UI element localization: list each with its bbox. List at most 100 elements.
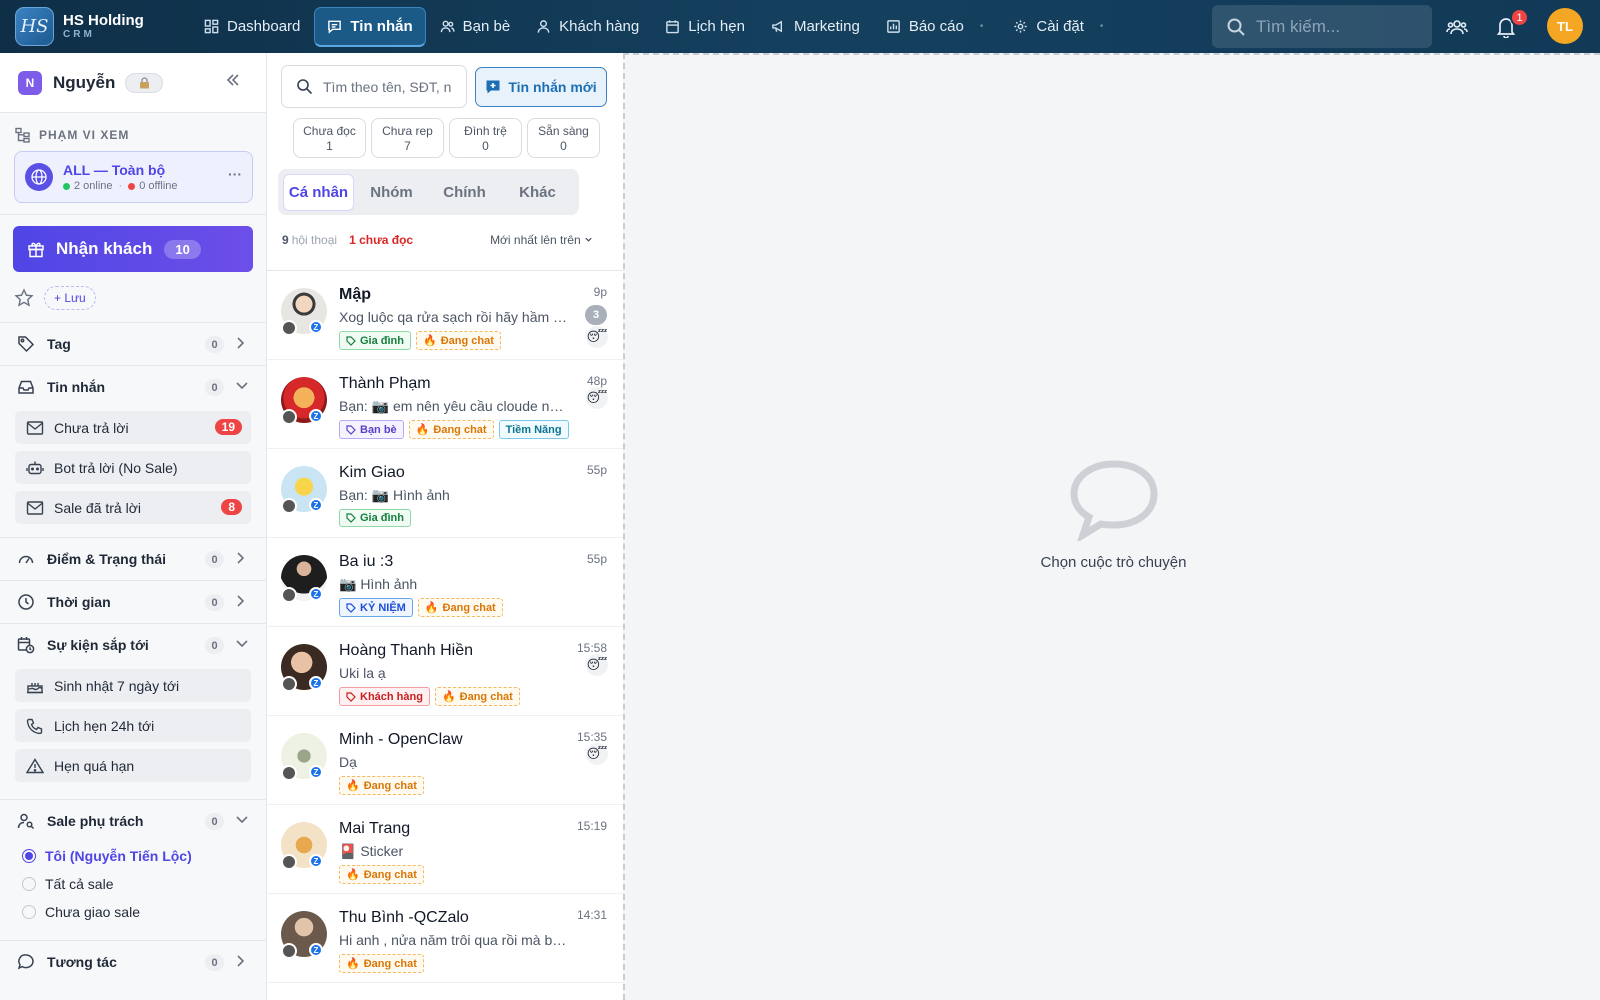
- message-preview: 📷 Hình ảnh: [339, 576, 418, 592]
- saved-filters: + Lưu: [0, 272, 266, 310]
- conversation-search-input[interactable]: [323, 78, 463, 95]
- conversation-tag[interactable]: 🔥 Đang chat: [339, 776, 424, 795]
- conversation-item[interactable]: Z Mai Trang 🎴 Sticker 🔥 Đang chat 15:19: [267, 805, 623, 894]
- zalo-icon: Z: [309, 765, 323, 779]
- filter-appointment-24h[interactable]: Lịch hẹn 24h tới: [15, 709, 251, 742]
- nav-marketing[interactable]: Marketing: [759, 7, 872, 47]
- filter-sale-replied[interactable]: Sale đã trả lời 8: [15, 491, 251, 524]
- global-search[interactable]: [1212, 5, 1432, 48]
- filter-unanswered[interactable]: Chưa trả lời 19: [15, 411, 251, 444]
- stat-unread[interactable]: Chưa đọc 1: [293, 118, 366, 158]
- stat-label: Chưa đọc: [303, 124, 356, 138]
- scope-selector[interactable]: ALL — Toàn bộ 2 online · 0 offline ···: [14, 151, 253, 203]
- tag-label: Gia đình: [360, 334, 404, 347]
- radio-button[interactable]: [22, 877, 36, 891]
- section-events[interactable]: Sự kiện sắp tới 0: [0, 623, 266, 666]
- sale-option-me[interactable]: Tôi (Nguyễn Tiến Lộc): [0, 842, 266, 870]
- conversation-tag[interactable]: Gia đình: [339, 331, 411, 350]
- filter-bot-replied[interactable]: Bot trả lời (No Sale): [15, 451, 251, 484]
- nav-label: Khách hàng: [559, 18, 640, 35]
- section-interaction[interactable]: Tương tác 0: [0, 940, 266, 983]
- tab-personal[interactable]: Cá nhân: [283, 173, 354, 211]
- sort-label: Mới nhất lên trên: [490, 233, 581, 247]
- section-sale-owner[interactable]: Sale phụ trách 0: [0, 799, 266, 842]
- star-icon[interactable]: [14, 288, 34, 308]
- cake-icon: [27, 682, 43, 693]
- double-chevron-left-icon: [226, 74, 239, 86]
- save-filter-button[interactable]: + Lưu: [44, 286, 96, 310]
- radio-label: Tất cả sale: [45, 876, 114, 892]
- conversation-tag[interactable]: Khách hàng: [339, 687, 430, 706]
- conversation-tag[interactable]: 🔥 Đang chat: [339, 954, 424, 973]
- receive-customer-button[interactable]: Nhận khách 10: [13, 226, 253, 272]
- tag-label: Khách hàng: [360, 690, 423, 703]
- tag-label: Đang chat: [459, 690, 513, 703]
- conversation-item[interactable]: Z Mập Xog luộc qa rửa sạch rồi hãy hầm n…: [267, 271, 623, 360]
- global-search-input[interactable]: [1256, 16, 1426, 37]
- conversation-tag[interactable]: Bạn bè: [339, 420, 404, 439]
- nav-dashboard[interactable]: Dashboard: [192, 7, 312, 47]
- conversation-item[interactable]: Z Minh - OpenClaw Dạ 🔥 Đang chat 15:35 😴: [267, 716, 623, 805]
- stat-stalled[interactable]: Đình trệ 0: [449, 118, 522, 158]
- stat-value: 0: [560, 139, 567, 153]
- message-time: 15:19: [576, 819, 607, 833]
- section-label: Sale phụ trách: [47, 813, 144, 829]
- sort-dropdown[interactable]: Mới nhất lên trên: [490, 233, 593, 247]
- tag-label: Gia đình: [360, 512, 404, 524]
- contact-name: Mập: [339, 286, 371, 303]
- lock-toggle[interactable]: [125, 72, 164, 93]
- conversation-item[interactable]: Z Thành Phạm Bạn: 📷 em nên yêu cầu cloud…: [267, 360, 623, 449]
- conversation-tag[interactable]: 🔥 Đang chat: [408, 420, 494, 439]
- user-avatar[interactable]: TL: [1547, 8, 1583, 44]
- nav-separator: •: [979, 21, 984, 32]
- nav-reports[interactable]: Báo cáo: [874, 7, 976, 47]
- conversation-tag[interactable]: 🔥 Đang chat: [434, 687, 520, 706]
- nav-appointments[interactable]: Lịch hẹn: [653, 7, 757, 47]
- conversation-tag[interactable]: 🔥 Đang chat: [417, 598, 503, 617]
- nav-messages[interactable]: Tin nhắn: [314, 6, 426, 47]
- count-badge: 19: [214, 419, 242, 435]
- conversation-item[interactable]: Z Hoàng Thanh Hiền Uki la ạ Khách hàng 🔥 Đ…: [267, 627, 623, 716]
- conversation-tag[interactable]: Tiềm Năng: [498, 420, 569, 439]
- conversation-item[interactable]: Z Ba iu :3 📷 Hình ảnh KỶ NIỆM 🔥 Đang chat …: [267, 538, 623, 627]
- user-name: Nguyễn: [53, 72, 116, 92]
- radio-button[interactable]: [22, 849, 36, 863]
- more-icon[interactable]: ···: [228, 166, 242, 182]
- section-score-status[interactable]: Điểm & Trạng thái 0: [0, 537, 266, 580]
- conversation-search[interactable]: [281, 65, 467, 108]
- radio-button[interactable]: [22, 905, 36, 919]
- gear-icon: [1014, 20, 1027, 33]
- tab-group[interactable]: Nhóm: [356, 174, 427, 211]
- conversation-tag[interactable]: 🔥 Đang chat: [339, 865, 424, 884]
- conversation-item[interactable]: Z Kim Giao Bạn: 📷 Hình ảnh Gia đình 55p: [267, 449, 623, 538]
- conversation-tag[interactable]: 🔥 Đang chat: [416, 331, 501, 350]
- section-label: Sự kiện sắp tới: [47, 637, 149, 653]
- conversation-tag[interactable]: Gia đình: [339, 509, 411, 527]
- conversation-tag[interactable]: KỶ NIỆM: [339, 598, 413, 617]
- brand[interactable]: HS HS Holding CRM: [15, 7, 175, 46]
- nav-customers[interactable]: Khách hàng: [524, 7, 651, 47]
- team-button[interactable]: [1444, 14, 1470, 40]
- section-time[interactable]: Thời gian 0: [0, 580, 266, 623]
- conversation-item[interactable]: Z Thu Bình -QCZalo Hi anh , nửa năm trôi…: [267, 894, 623, 983]
- nav-settings[interactable]: Cài đặt: [1001, 7, 1096, 47]
- filter-birthday[interactable]: Sinh nhật 7 ngày tới: [15, 669, 251, 702]
- section-tag[interactable]: Tag 0: [0, 322, 266, 365]
- new-message-button[interactable]: Tin nhắn mới: [475, 66, 607, 107]
- tag-label: KỶ NIỆM: [360, 601, 406, 614]
- stat-unreplied[interactable]: Chưa rep 7: [371, 118, 444, 158]
- tab-main[interactable]: Chính: [429, 174, 500, 211]
- chevron-right-icon: [237, 955, 245, 967]
- collapse-sidebar-button[interactable]: [225, 71, 241, 92]
- stat-ready[interactable]: Sẵn sàng 0: [527, 118, 600, 158]
- sale-option-unassigned[interactable]: Chưa giao sale: [0, 898, 266, 926]
- notification-button[interactable]: 1: [1493, 8, 1529, 40]
- assignee-mini-avatar: [281, 676, 297, 692]
- tag-list: Gia đình 🔥 Đang chat: [339, 331, 506, 350]
- sale-option-all[interactable]: Tất cả sale: [0, 870, 266, 898]
- chat-icon: [328, 20, 342, 34]
- tab-other[interactable]: Khác: [502, 174, 573, 211]
- filter-overdue[interactable]: Hẹn quá hạn: [15, 749, 251, 782]
- section-messages[interactable]: Tin nhắn 0: [0, 365, 266, 408]
- nav-friends[interactable]: Bạn bè: [428, 7, 523, 47]
